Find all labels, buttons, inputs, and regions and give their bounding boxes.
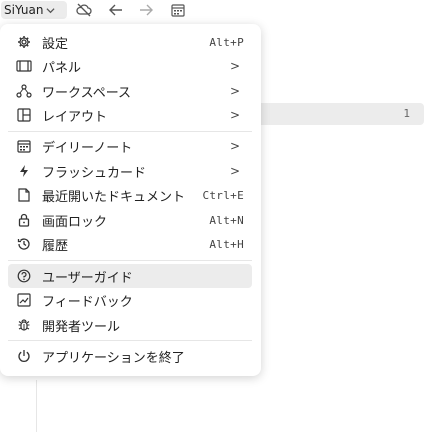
- menu-item-settings[interactable]: 設定 Alt+P: [8, 30, 252, 54]
- menu-item-dev-tools[interactable]: 開発者ツール: [8, 313, 252, 337]
- submenu-arrow-icon: >: [229, 84, 240, 98]
- lock-icon: [16, 212, 32, 228]
- gear-icon: [16, 34, 32, 50]
- app-menu-button[interactable]: SiYuan: [1, 1, 67, 19]
- menu-item-label: 開発者ツール: [42, 319, 121, 335]
- menu-separator: [8, 340, 252, 341]
- shortcut-label: Alt+P: [209, 35, 244, 49]
- menu-item-label: パネル: [42, 60, 82, 76]
- menu-item-label: 履歴: [42, 238, 69, 254]
- workspace-icon: [16, 83, 32, 99]
- menu-item-user-guide[interactable]: ユーザーガイド: [8, 264, 252, 288]
- menu-item-daily-note[interactable]: デイリーノート >: [8, 134, 252, 158]
- menu-item-label: レイアウト: [42, 109, 108, 125]
- menu-item-recent-docs[interactable]: 最近開いたドキュメント Ctrl+E: [8, 183, 252, 207]
- divider: [36, 380, 37, 432]
- menu-item-history[interactable]: 履歴 Alt+H: [8, 232, 252, 256]
- lightning-icon: [16, 163, 32, 179]
- top-toolbar: SiYuan: [0, 0, 432, 20]
- menu-item-label: ユーザーガイド: [42, 270, 133, 286]
- background-list-row[interactable]: [248, 103, 424, 125]
- chevron-down-icon: [46, 6, 56, 15]
- row-count: 1: [403, 107, 410, 120]
- forward-arrow-icon[interactable]: [138, 2, 154, 18]
- menu-item-label: デイリーノート: [42, 140, 133, 156]
- menu-item-label: フラッシュカード: [42, 165, 147, 181]
- menu-item-quit[interactable]: アプリケーションを終了: [8, 344, 252, 368]
- cloud-sync-icon[interactable]: [76, 2, 92, 18]
- layout-icon: [16, 107, 32, 123]
- power-icon: [16, 348, 32, 364]
- shortcut-label: Alt+H: [209, 237, 244, 251]
- question-icon: [16, 268, 32, 284]
- menu-item-label: フィードバック: [42, 294, 133, 310]
- submenu-arrow-icon: >: [229, 139, 240, 153]
- menu-item-label: ワークスペース: [42, 85, 132, 101]
- menu-item-label: アプリケーションを終了: [42, 350, 185, 366]
- submenu-arrow-icon: >: [229, 59, 240, 73]
- history-icon: [16, 236, 32, 252]
- menu-item-label: 設定: [42, 36, 69, 52]
- menu-item-layout[interactable]: レイアウト >: [8, 103, 252, 127]
- menu-item-label: 画面ロック: [42, 214, 108, 230]
- back-arrow-icon[interactable]: [108, 2, 124, 18]
- calendar-icon[interactable]: [170, 2, 186, 18]
- document-icon: [16, 187, 32, 203]
- bug-icon: [16, 317, 32, 333]
- app-dropdown-menu: 設定 Alt+P パネル > ワークスペース > レイアウト > デイリーノート…: [0, 24, 261, 376]
- menu-item-lock-screen[interactable]: 画面ロック Alt+N: [8, 208, 252, 232]
- shortcut-label: Ctrl+E: [202, 188, 244, 202]
- menu-separator: [8, 260, 252, 261]
- menu-item-flashcard[interactable]: フラッシュカード >: [8, 159, 252, 183]
- shortcut-label: Alt+N: [209, 213, 244, 227]
- menu-item-panel[interactable]: パネル >: [8, 54, 252, 78]
- menu-item-label: 最近開いたドキュメント: [42, 189, 186, 205]
- menu-item-workspace[interactable]: ワークスペース >: [8, 79, 252, 103]
- feedback-icon: [16, 292, 32, 308]
- panel-icon: [16, 58, 32, 74]
- calendar-icon: [16, 138, 32, 154]
- submenu-arrow-icon: >: [229, 164, 240, 178]
- menu-separator: [8, 131, 252, 132]
- menu-item-feedback[interactable]: フィードバック: [8, 288, 252, 312]
- submenu-arrow-icon: >: [229, 108, 240, 122]
- app-name: SiYuan: [4, 3, 44, 17]
